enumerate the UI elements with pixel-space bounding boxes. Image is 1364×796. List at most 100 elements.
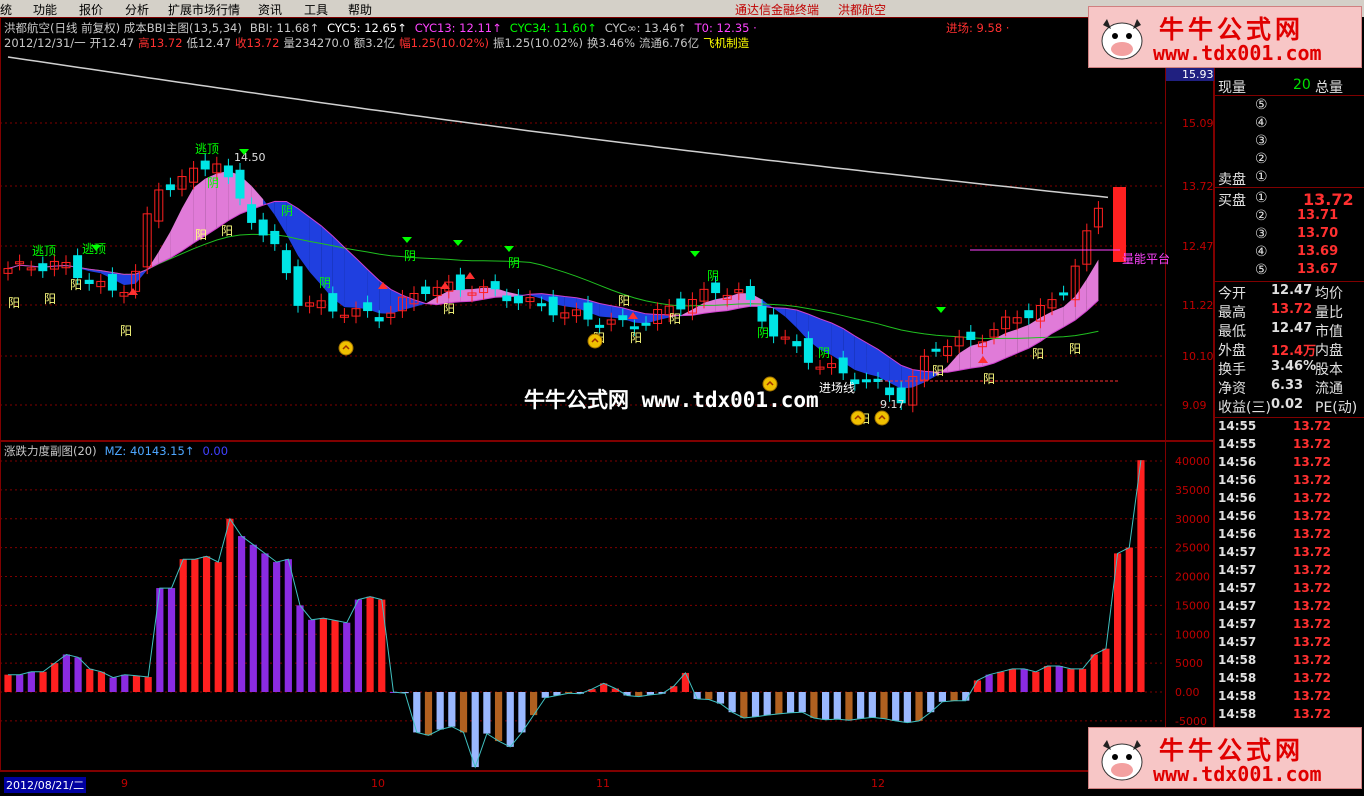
candle-body xyxy=(966,331,976,340)
force-bar xyxy=(109,677,117,692)
buy-level-price: 13.71 xyxy=(1297,208,1339,223)
candle-body xyxy=(583,302,593,320)
candle-body xyxy=(84,279,94,285)
stat-label: 最低 xyxy=(1218,324,1246,340)
candle-body xyxy=(223,165,233,178)
header-field: 飞机制造 xyxy=(703,36,750,50)
force-bar xyxy=(459,692,468,733)
header-field: 振1.25(10.02%) xyxy=(493,36,583,50)
force-bar xyxy=(144,676,152,692)
force-bar xyxy=(833,692,841,720)
watermark-ad-bottom: 牛牛公式网 www.tdx001.com xyxy=(1088,727,1362,789)
candle-body xyxy=(618,315,628,321)
cost-band-segment xyxy=(796,310,809,341)
force-bar xyxy=(331,620,339,692)
candle-body xyxy=(676,298,686,310)
cost-band-segment xyxy=(170,208,182,258)
sub-chart-panel[interactable]: 40000 35000 30000 25000 20000 15000 10000 5000 0… xyxy=(0,441,1214,771)
force-bar xyxy=(296,605,304,692)
force-bar xyxy=(950,692,958,701)
candle-body xyxy=(885,387,895,396)
tick-price: 13.72 xyxy=(1293,617,1331,631)
tick-time: 14:55 xyxy=(1218,419,1257,433)
header-field: 涨跌力度副图(20) xyxy=(4,444,97,458)
candle-body xyxy=(328,293,338,312)
menu-item-analysis[interactable]: 分析 xyxy=(125,1,149,18)
force-bar xyxy=(214,562,222,692)
force-bar xyxy=(868,692,876,718)
tick-time: 14:57 xyxy=(1218,563,1257,577)
force-bar xyxy=(226,518,234,692)
time-axis-start: 2012/08/21/二 xyxy=(4,777,87,793)
force-bar xyxy=(471,692,479,768)
menu-item-tools[interactable]: 工具 xyxy=(304,1,328,18)
sub-tick-label: 0.00 xyxy=(1175,686,1200,699)
buy-level-price: 13.70 xyxy=(1297,226,1339,241)
cost-band-segment xyxy=(309,217,322,286)
buy-level-price: 13.69 xyxy=(1297,244,1339,259)
stat-label-right: 均价 xyxy=(1315,286,1343,302)
yang-label: 阳 xyxy=(630,331,642,345)
cost-band-segment xyxy=(182,187,194,251)
sell-level-row: ② xyxy=(1215,151,1364,169)
tick-price: 13.72 xyxy=(1293,581,1331,595)
cost-band-segment xyxy=(785,308,797,328)
sell-arrow-icon xyxy=(402,237,412,243)
force-bar xyxy=(1078,668,1087,692)
force-bar xyxy=(985,674,993,692)
force-bar xyxy=(343,622,351,692)
force-bar xyxy=(775,692,783,714)
force-bar xyxy=(74,657,82,692)
tick-row: 14:57 13.72 xyxy=(1215,617,1364,635)
force-bar xyxy=(763,692,771,716)
candle-body xyxy=(548,296,558,316)
cyc13-line xyxy=(7,200,1099,373)
sell-level-row: ④ xyxy=(1215,115,1364,133)
candle-body xyxy=(595,324,605,328)
cost-band-segment xyxy=(959,345,971,371)
buy-arrow-icon xyxy=(465,272,475,279)
force-bar xyxy=(1137,460,1145,692)
quote-panel: 现量 20 总量 ⑤ ④ ③ ② 卖盘 ① 买盘 ① 13.72 ② 13.71 ③ 13.70 ④ 13.… xyxy=(1214,17,1364,771)
force-bar xyxy=(284,559,292,692)
stat-row: 净资 6.33 流通 xyxy=(1215,378,1364,397)
tick-row: 14:56 13.72 xyxy=(1215,455,1364,473)
header-field: MZ: 40143.15↑ xyxy=(104,444,195,458)
tick-row: 14:56 13.72 xyxy=(1215,491,1364,509)
menu-item-news[interactable]: 资讯 xyxy=(258,1,282,18)
force-bar xyxy=(1032,671,1040,692)
cost-band-segment xyxy=(912,369,925,388)
menu-item-system[interactable]: 统 xyxy=(0,1,12,18)
low-price-label: 9.17 xyxy=(880,398,905,411)
sub-tick-label: 25000 xyxy=(1175,542,1210,555)
sell-level-row: ③ xyxy=(1215,133,1364,151)
force-bar xyxy=(27,671,35,692)
sub-chart-canvas[interactable]: 40000 35000 30000 25000 20000 15000 10000 5000 0… xyxy=(0,441,1214,771)
stat-value: 12.47 xyxy=(1271,283,1313,298)
menu-item-quote[interactable]: 报价 xyxy=(79,1,103,18)
entry-price-field: 进场: 9.58 · xyxy=(946,21,1010,35)
stat-value: 13.72 xyxy=(1271,302,1313,317)
force-bar xyxy=(810,692,818,718)
main-chart-panel[interactable]: 15.93 15.09 13.72 12.47 11.22 10.10 9.09 量能平台 逃顶… xyxy=(0,17,1214,441)
stat-row: 最高 13.72 量比 xyxy=(1215,302,1364,321)
force-bar xyxy=(857,692,865,719)
sell-level-number: ④ xyxy=(1255,115,1268,131)
menu-item-function[interactable]: 功能 xyxy=(33,1,57,18)
price-tick-label: 13.72 xyxy=(1182,180,1214,193)
yin-label: 阴 xyxy=(319,276,331,290)
price-tick-label: 9.09 xyxy=(1182,399,1207,412)
tick-price: 13.72 xyxy=(1293,491,1331,505)
main-chart-canvas[interactable]: 15.93 15.09 13.72 12.47 11.22 10.10 9.09 量能平台 逃顶… xyxy=(0,17,1214,441)
menu-item-extended-market[interactable]: 扩展市场行情 xyxy=(168,1,240,18)
price-tick-label: 15.93 xyxy=(1182,68,1214,81)
candle-body xyxy=(641,322,651,326)
header-field: CYC13: 12.11↑ xyxy=(414,21,502,35)
sell-level-row: 卖盘 ① xyxy=(1215,169,1364,188)
buy-level-price: 13.67 xyxy=(1297,262,1339,277)
candle-body xyxy=(258,219,268,236)
tick-price: 13.72 xyxy=(1293,509,1331,523)
buy-level-number: ③ xyxy=(1255,226,1268,242)
menu-item-help[interactable]: 帮助 xyxy=(348,1,372,18)
candle-body xyxy=(711,282,721,294)
